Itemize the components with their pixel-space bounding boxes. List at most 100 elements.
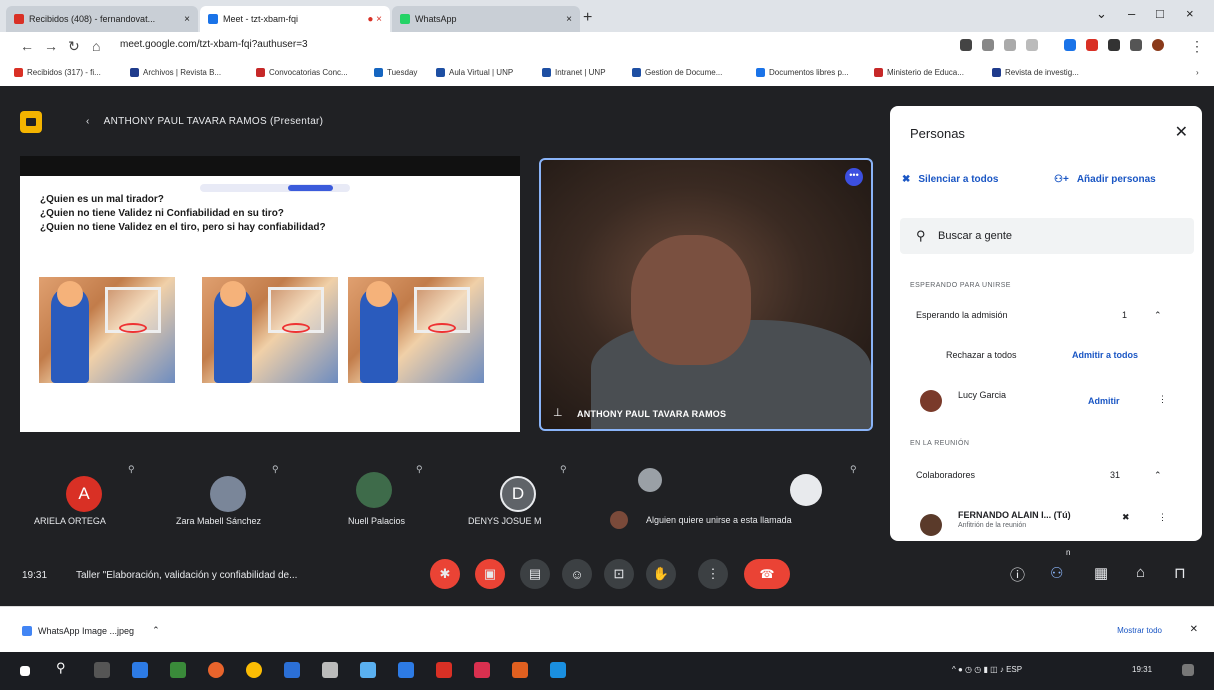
notifications-icon[interactable]	[1182, 664, 1194, 676]
avatar[interactable]	[210, 476, 246, 512]
reload-icon[interactable]: ↻	[68, 38, 80, 55]
avatar[interactable]	[356, 472, 392, 508]
presenter-video[interactable]: ••• ⊥ ANTHONY PAUL TAVARA RAMOS	[539, 158, 873, 431]
extension-icon[interactable]	[1086, 39, 1098, 51]
reactions-button[interactable]: ☺	[562, 559, 592, 589]
browser-toolbar: ← → ↻ ⌂ meet.google.com/tzt-xbam-fqi?aut…	[0, 32, 1214, 62]
avatar	[920, 514, 942, 536]
app-icon[interactable]	[550, 662, 566, 678]
search-icon: ⚲	[916, 228, 926, 243]
back-icon[interactable]: ←	[20, 38, 34, 54]
video-name: ANTHONY PAUL TAVARA RAMOS	[577, 409, 727, 419]
system-tray[interactable]: ^ ● ◷ ◷ ▮ ◫ ♪ ESP	[952, 665, 1022, 674]
chat-icon[interactable]: ▦	[1094, 564, 1108, 582]
info-icon[interactable]: ⓘ	[1010, 564, 1025, 585]
close-icon[interactable]: ✕	[1190, 624, 1198, 635]
avatar[interactable]: D	[500, 476, 536, 512]
more-options-button[interactable]: ⋮	[698, 559, 728, 589]
bookmark[interactable]: Ministerio de Educa...	[874, 68, 964, 77]
puzzle-icon[interactable]	[1108, 39, 1120, 51]
bookmark[interactable]: Aula Virtual | UNP	[436, 68, 513, 77]
star-icon[interactable]	[1026, 39, 1038, 51]
tab-search-icon[interactable]: ⌄	[1096, 6, 1107, 22]
mic-button[interactable]: ✱	[430, 559, 460, 589]
search-input[interactable]: ⚲ Buscar a gente	[900, 218, 1194, 254]
present-icon[interactable]	[20, 111, 42, 133]
windows-start-icon[interactable]	[20, 666, 30, 676]
window-close-icon[interactable]: ×	[1186, 6, 1194, 21]
app-icon[interactable]	[132, 662, 148, 678]
bookmark[interactable]: Revista de investig...	[992, 68, 1079, 77]
captions-button[interactable]: ▤	[520, 559, 550, 589]
forward-icon[interactable]: →	[44, 38, 58, 54]
download-item[interactable]: WhatsApp Image ...jpeg ⌃	[22, 625, 160, 636]
lock-icon[interactable]: ⊓	[1174, 564, 1186, 582]
avatar[interactable]: A	[66, 476, 102, 512]
meet-icon	[208, 14, 218, 24]
app-icon[interactable]	[170, 662, 186, 678]
menu-icon[interactable]: ⋮	[1190, 38, 1204, 55]
more-vertical-icon: ⋮	[706, 566, 720, 581]
bookmark[interactable]: Recibidos (317) - fi...	[14, 68, 101, 77]
reading-list-icon[interactable]	[1130, 39, 1142, 51]
minimize-icon[interactable]: –	[1128, 6, 1135, 21]
home-icon[interactable]: ⌂	[92, 38, 100, 54]
show-all-button[interactable]: Mostrar todo	[1117, 626, 1162, 635]
admit-all-button[interactable]: Admitir a todos	[1072, 350, 1138, 360]
people-icon[interactable]: ⚇	[1050, 564, 1063, 582]
bookmarks-bar: Recibidos (317) - fi... Archivos | Revis…	[0, 62, 1214, 87]
search-icon[interactable]: ⚲	[56, 660, 72, 676]
avatar[interactable]	[638, 468, 662, 492]
camera-icon[interactable]	[960, 39, 972, 51]
word-icon[interactable]	[284, 662, 300, 678]
task-view-icon[interactable]	[94, 662, 110, 678]
more-vertical-icon[interactable]: ⋮	[1158, 512, 1167, 523]
address-bar[interactable]: meet.google.com/tzt-xbam-fqi?authuser=3	[120, 39, 308, 50]
new-tab-icon[interactable]: +	[583, 9, 592, 27]
avatar[interactable]	[790, 474, 822, 506]
close-icon[interactable]: ×	[178, 14, 190, 25]
leave-call-button[interactable]: ☎	[744, 559, 790, 589]
more-options-icon[interactable]: •••	[845, 168, 863, 186]
app-icon[interactable]	[474, 662, 490, 678]
activities-icon[interactable]: ⌂	[1136, 564, 1145, 581]
present-button[interactable]: ⊡	[604, 559, 634, 589]
close-icon[interactable]: ×	[560, 14, 572, 25]
bookmark[interactable]: Archivos | Revista B...	[130, 68, 221, 77]
clock[interactable]: 19:31	[1132, 665, 1152, 674]
camera-button[interactable]: ▣	[475, 559, 505, 589]
bookmark[interactable]: Intranet | UNP	[542, 68, 606, 77]
app-icon[interactable]	[398, 662, 414, 678]
mute-all-button[interactable]: ✖ Silenciar a todos	[902, 174, 998, 185]
firefox-icon[interactable]	[208, 662, 224, 678]
tab-gmail[interactable]: Recibidos (408) - fernandovat... ×	[6, 6, 198, 32]
raise-hand-button[interactable]: ✋	[646, 559, 676, 589]
bookmark[interactable]: Documentos libres p...	[756, 68, 849, 77]
more-vertical-icon[interactable]: ⋮	[1158, 394, 1167, 405]
share-icon[interactable]	[1004, 39, 1016, 51]
profile-avatar[interactable]	[1152, 39, 1164, 51]
admit-button[interactable]: Admitir	[1088, 396, 1120, 406]
app-icon[interactable]	[512, 662, 528, 678]
people-panel: Personas ✕ ✖ Silenciar a todos ⚇+ Añadir p…	[890, 106, 1202, 541]
tab-title: WhatsApp	[415, 14, 457, 24]
more-bookmarks-icon[interactable]: ›	[1196, 68, 1199, 77]
tab-meet[interactable]: Meet - tzt-xbam-fqi ● ×	[200, 6, 390, 32]
join-request-notice[interactable]: Alguien quiere unirse a esta llamada	[610, 511, 792, 529]
pin-icon[interactable]: ⊥	[553, 406, 563, 419]
app-icon[interactable]	[322, 662, 338, 678]
chrome-icon[interactable]	[246, 662, 262, 678]
maximize-icon[interactable]: □	[1156, 6, 1164, 21]
add-people-button[interactable]: ⚇+ Añadir personas	[1054, 174, 1156, 185]
reject-all-button[interactable]: Rechazar a todos	[946, 350, 1017, 360]
bookmark[interactable]: Gestion de Docume...	[632, 68, 722, 77]
app-icon[interactable]	[360, 662, 376, 678]
camera-off-icon: ▣	[483, 566, 497, 581]
extension-icon[interactable]	[1064, 39, 1076, 51]
zoom-icon[interactable]	[982, 39, 994, 51]
bookmark[interactable]: Tuesday	[374, 68, 417, 77]
app-icon[interactable]	[436, 662, 452, 678]
bookmark[interactable]: Convocatorias Conc...	[256, 68, 348, 77]
close-icon[interactable]: ✕	[1175, 122, 1188, 142]
tab-whatsapp[interactable]: WhatsApp ×	[392, 6, 580, 32]
